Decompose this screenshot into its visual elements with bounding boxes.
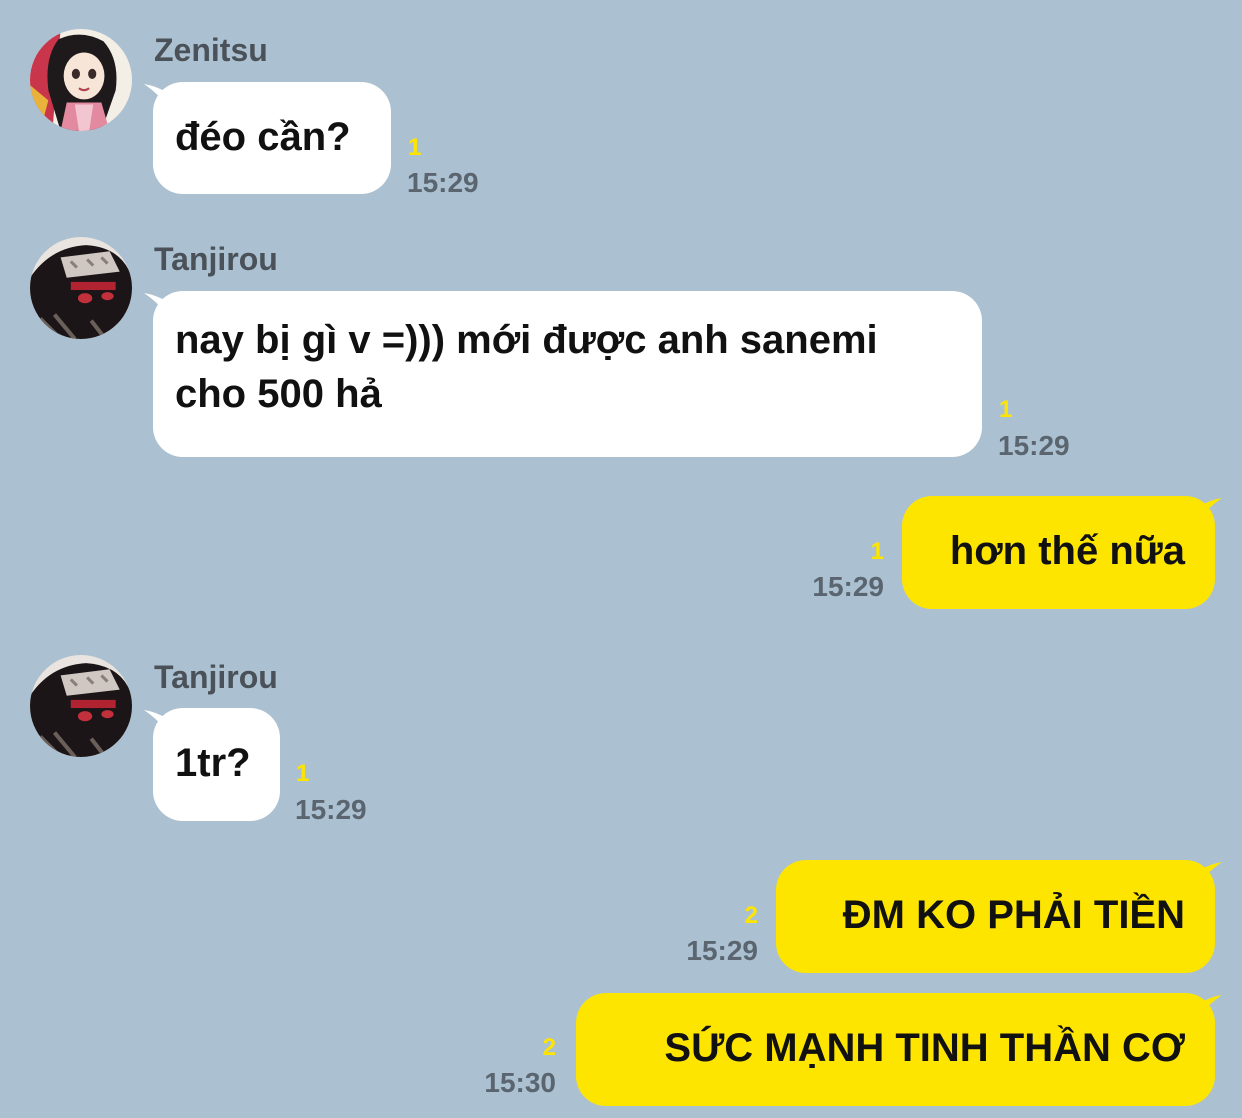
message-bubble[interactable]: nay bị gì v =))) mới được anh sanemi cho… — [153, 291, 982, 457]
message-text: hơn thế nữa — [949, 529, 1185, 573]
zenitsu-avatar[interactable] — [30, 29, 132, 131]
message-bubble[interactable]: ĐM KO PHẢI TIỀN — [776, 860, 1215, 973]
message-time: 15:30 — [484, 1067, 556, 1098]
message-text: ĐM KO PHẢI TIỀN — [842, 893, 1185, 937]
message-bubble[interactable]: 1tr? — [153, 708, 280, 821]
message-time: 15:29 — [407, 167, 479, 198]
unread-count: 1 — [408, 134, 422, 161]
message-text-line: nay bị gì v =))) mới được anh sanemi — [175, 318, 878, 362]
tanjirou-avatar[interactable] — [30, 237, 132, 339]
message-text: SỨC MẠNH TINH THẦN CƠ — [664, 1026, 1185, 1070]
sender-name: Tanjirou — [154, 241, 278, 277]
message-time: 15:29 — [686, 935, 758, 966]
message-bubble[interactable]: hơn thế nữa — [902, 496, 1215, 609]
tanjirou-avatar[interactable] — [30, 655, 132, 757]
unread-count: 1 — [296, 760, 310, 787]
message-time: 15:29 — [998, 430, 1070, 461]
unread-count: 2 — [542, 1034, 556, 1061]
message-text-line: cho 500 hả — [175, 372, 382, 416]
sender-name: Zenitsu — [154, 32, 268, 68]
sender-name: Tanjirou — [154, 659, 278, 695]
unread-count: 1 — [870, 538, 884, 565]
unread-count: 1 — [999, 396, 1013, 423]
message-time: 15:29 — [295, 794, 367, 825]
message-bubble[interactable]: đéo cần? — [153, 82, 391, 194]
message-text: đéo cần? — [175, 115, 351, 159]
message-bubble[interactable]: SỨC MẠNH TINH THẦN CƠ — [576, 993, 1215, 1106]
unread-count: 2 — [744, 902, 758, 929]
message-time: 15:29 — [812, 571, 884, 602]
message-text: 1tr? — [175, 741, 251, 785]
